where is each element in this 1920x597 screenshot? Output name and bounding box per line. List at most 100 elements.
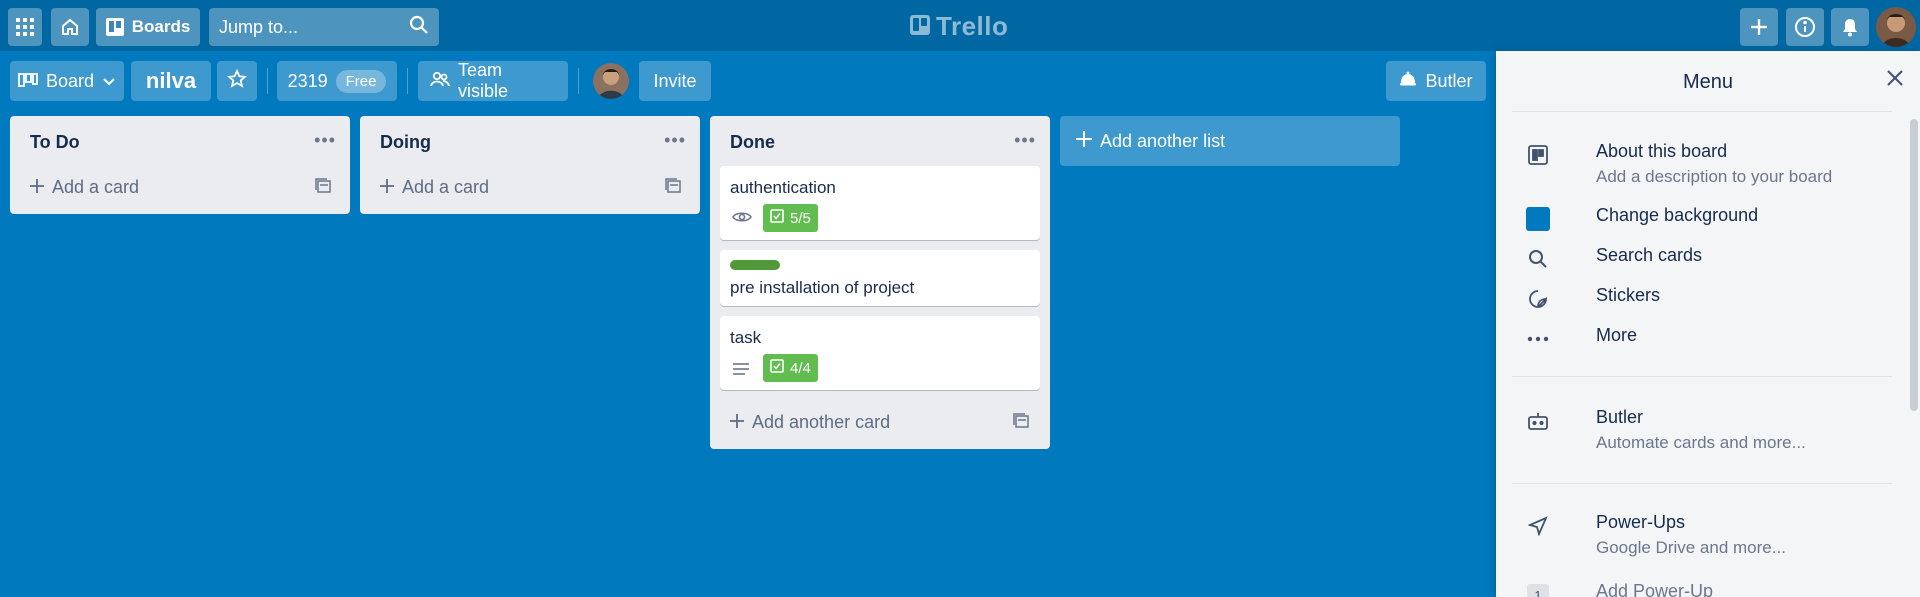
list-title[interactable]: Done: [730, 132, 775, 153]
visibility-label: Team visible: [458, 60, 509, 101]
checklist-count: 5/5: [790, 209, 811, 227]
search-icon: [1526, 247, 1550, 271]
checklist-count: 4/4: [790, 359, 811, 377]
menu-item-subtitle: Google Drive and more...: [1596, 538, 1786, 557]
list-menu-icon[interactable]: •••: [664, 130, 686, 151]
plan-badge: Free: [335, 69, 387, 93]
menu-item-change-background[interactable]: Change background: [1526, 205, 1896, 231]
board-icon: [1526, 143, 1550, 167]
card-authentication[interactable]: authentication 5/5: [720, 166, 1040, 240]
add-another-card-button[interactable]: Add another card: [730, 412, 890, 433]
card-task[interactable]: task 4/4: [720, 316, 1040, 390]
butler-label: Butler: [1425, 70, 1473, 91]
top-header: Boards Jump to... Trello: [0, 0, 1920, 51]
add-list-label: Add another list: [1100, 130, 1226, 151]
apps-button[interactable]: [8, 8, 42, 46]
menu-item-title: Search cards: [1596, 245, 1703, 265]
member-avatar[interactable]: [593, 63, 629, 99]
close-icon[interactable]: [1886, 69, 1904, 92]
list-title[interactable]: To Do: [30, 132, 80, 153]
notifications-button[interactable]: [1831, 8, 1869, 46]
card-template-icon[interactable]: [1013, 413, 1029, 434]
create-button[interactable]: [1740, 8, 1778, 46]
team-button[interactable]: 2319 Free: [277, 61, 397, 101]
boards-icon: [105, 18, 124, 36]
chevron-down-icon: [102, 71, 116, 92]
menu-divider: [1512, 483, 1892, 484]
apps-grid-icon: [16, 18, 34, 36]
butler-button[interactable]: Butler: [1386, 61, 1486, 101]
checklist-icon: [770, 359, 784, 377]
trello-logo-icon: [910, 11, 930, 42]
checklist-icon: [770, 209, 784, 227]
header-divider: [407, 68, 408, 94]
board-view-switcher[interactable]: Board: [10, 61, 124, 101]
card-title: pre installation of project: [730, 278, 915, 297]
menu-divider: [1512, 111, 1892, 112]
plus-icon: [30, 177, 44, 198]
plus-icon: [1750, 18, 1768, 36]
board-name[interactable]: nilva: [131, 61, 211, 101]
user-avatar[interactable]: [1876, 7, 1916, 47]
checklist-badge: 4/4: [763, 354, 818, 382]
butler-bell-icon: [1399, 71, 1417, 92]
menu-item-subtitle: Automate cards and more...: [1596, 433, 1806, 452]
list-to-do: To Do ••• Add a card: [10, 116, 350, 214]
menu-item-title: More: [1596, 325, 1638, 345]
background-swatch: [1526, 207, 1550, 231]
boards-button[interactable]: Boards: [96, 8, 200, 46]
list-menu-icon[interactable]: •••: [314, 130, 336, 151]
board-menu-panel: Menu About this board Add a description …: [1496, 51, 1920, 597]
menu-title: Menu: [1682, 71, 1734, 93]
jump-to-search[interactable]: Jump to...: [209, 8, 439, 46]
board-view-label: Board: [45, 70, 95, 91]
header-divider: [578, 68, 579, 94]
list-doing: Doing ••• Add a card: [360, 116, 700, 214]
menu-item-about[interactable]: About this board Add a description to yo…: [1526, 141, 1896, 191]
menu-item-search-cards[interactable]: Search cards: [1526, 245, 1896, 271]
info-button[interactable]: [1786, 8, 1824, 46]
menu-item-butler[interactable]: Butler Automate cards and more...: [1526, 407, 1896, 457]
add-card-button[interactable]: Add a card: [380, 177, 489, 198]
menu-item-add-power-up[interactable]: 1 Add Power-Up: [1526, 581, 1896, 597]
card-title: authentication: [730, 178, 836, 197]
menu-item-title: Butler: [1596, 407, 1644, 427]
menu-scrollbar[interactable]: [1910, 119, 1918, 411]
visibility-button[interactable]: Team visible: [418, 60, 568, 101]
butler-icon: [1526, 409, 1550, 433]
bell-icon: [1840, 17, 1860, 37]
menu-item-power-ups[interactable]: Power-Ups Google Drive and more...: [1526, 512, 1896, 562]
star-button[interactable]: [217, 61, 257, 101]
card-template-icon[interactable]: [665, 178, 681, 199]
card-pre-installation[interactable]: pre installation of project: [720, 250, 1040, 306]
invite-button[interactable]: Invite: [639, 61, 711, 101]
star-icon: [226, 68, 248, 94]
card-label-green[interactable]: [730, 260, 780, 270]
list-done: Done ••• authentication 5/5 pre installa…: [710, 116, 1050, 449]
checklist-badge: 5/5: [763, 204, 818, 232]
menu-item-title: About this board: [1596, 141, 1728, 161]
add-list-button[interactable]: Add another list: [1060, 116, 1400, 166]
more-icon: [1526, 327, 1550, 351]
list-menu-icon[interactable]: •••: [1014, 130, 1036, 151]
boards-label: Boards: [131, 17, 191, 36]
team-visibility-icon: [430, 70, 450, 93]
list-title[interactable]: Doing: [380, 132, 431, 153]
menu-item-stickers[interactable]: Stickers: [1526, 285, 1896, 311]
menu-item-more[interactable]: More: [1526, 325, 1896, 351]
sticker-icon: [1526, 287, 1550, 311]
menu-item-title: Add Power-Up: [1596, 581, 1714, 597]
card-template-icon[interactable]: [315, 178, 331, 199]
card-title: task: [730, 328, 762, 347]
menu-divider: [1512, 376, 1892, 377]
board-view-icon: [18, 71, 38, 92]
plus-icon: [380, 177, 394, 198]
watch-eye-icon: [732, 210, 752, 229]
home-button[interactable]: [51, 8, 89, 46]
info-icon: [1794, 16, 1816, 38]
add-card-button[interactable]: Add a card: [30, 177, 139, 198]
plus-icon: [730, 412, 744, 433]
trello-logo[interactable]: Trello: [910, 10, 1008, 42]
plus-icon: [1076, 130, 1092, 152]
add-card-label: Add another card: [752, 412, 891, 432]
